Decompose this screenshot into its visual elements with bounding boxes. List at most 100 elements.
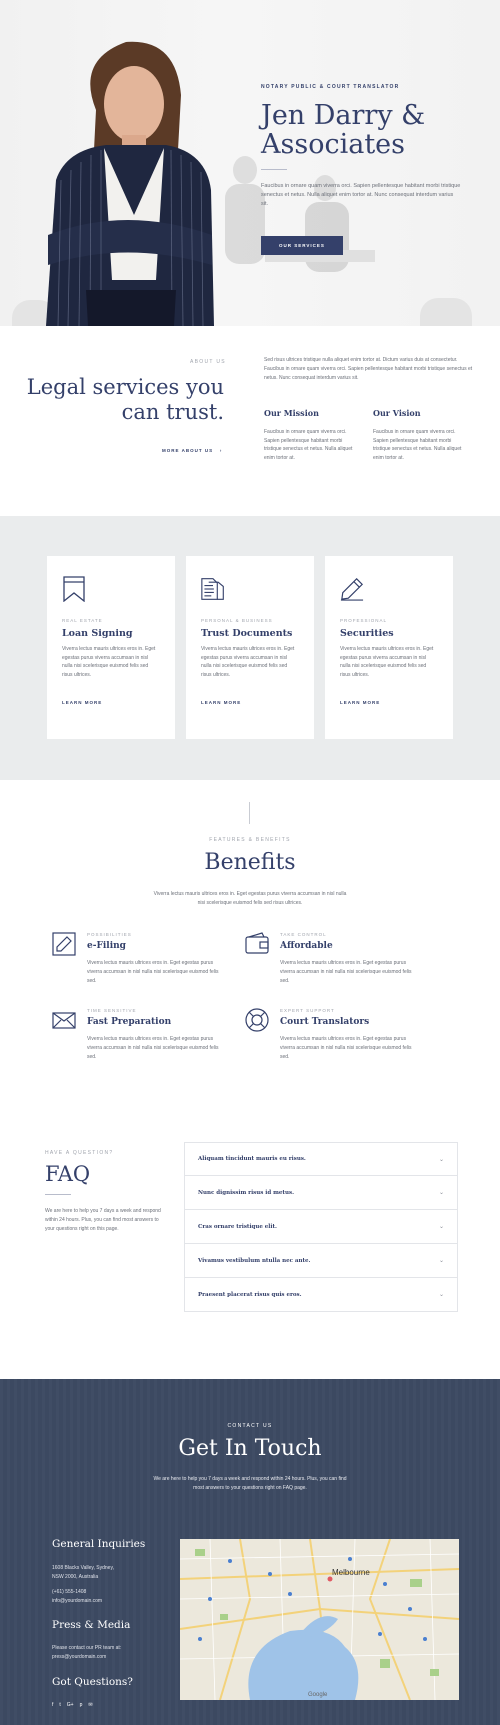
facebook-icon[interactable]: f: [52, 1702, 53, 1708]
faq-item[interactable]: Aliquam tincidunt mauris eu risus. ⌄: [184, 1142, 458, 1176]
contact-label: CONTACT US: [227, 1423, 273, 1429]
benefit-title: Affordable: [280, 941, 333, 951]
benefit-item: EXPERT SUPPORT Court Translators Viverra…: [245, 1008, 415, 1062]
press-email-link[interactable]: press@yourdomain.com: [52, 1653, 106, 1662]
about-intro: Sed risus ultrices tristique nulla aliqu…: [264, 357, 473, 381]
location-map[interactable]: Melbourne Google: [180, 1539, 459, 1700]
press-text: Please contact our PR team at:: [52, 1645, 122, 1651]
benefit-text: Viverra lectus mauris ultrices eros in. …: [87, 1036, 219, 1060]
contact-section: CONTACT US Get In Touch We are here to h…: [0, 1379, 500, 1725]
more-about-us-link[interactable]: MORE ABOUT US ›: [162, 448, 222, 453]
our-services-button[interactable]: OUR SERVICES: [261, 236, 343, 255]
service-text: Viverra lectus mauris ultrices eros in. …: [62, 646, 156, 678]
google-plus-icon[interactable]: G+: [67, 1702, 74, 1708]
benefit-item: POSSIBILITIES e-Filing Viverra lectus ma…: [52, 932, 222, 986]
learn-more-link[interactable]: LEARN MORE: [340, 700, 380, 705]
pinterest-icon[interactable]: p: [80, 1702, 83, 1708]
twitter-icon[interactable]: t: [59, 1702, 60, 1708]
faq-label: HAVE A QUESTION?: [45, 1150, 114, 1156]
benefit-title: Court Translators: [280, 1017, 370, 1027]
about-label: ABOUT US: [190, 359, 226, 365]
document-icon: [201, 578, 224, 600]
benefit-item: TAKE CONTROL Affordable Viverra lectus m…: [245, 932, 415, 986]
mission-block: Our Mission Faucibus in ornare quam vive…: [264, 408, 359, 462]
faq-item[interactable]: Praesent placerat risus quis eros. ⌄: [184, 1278, 458, 1312]
contact-subtitle: We are here to help you 7 days a week an…: [153, 1476, 347, 1491]
learn-more-link[interactable]: LEARN MORE: [201, 700, 241, 705]
background-chair: [420, 298, 472, 326]
social-links: f t G+ p ✉: [52, 1702, 93, 1708]
service-title: Loan Signing: [62, 628, 133, 639]
got-questions-title: Got Questions?: [52, 1676, 133, 1688]
faq-question: Nunc dignissim risus id metus.: [198, 1189, 294, 1196]
divider: [45, 1194, 71, 1195]
learn-more-link[interactable]: LEARN MORE: [62, 700, 102, 705]
faq-question: Vivamus vestibulum ntulla nec ante.: [198, 1257, 311, 1264]
benefit-category: EXPERT SUPPORT: [280, 1008, 335, 1013]
benefit-text: Viverra lectus mauris ultrices eros in. …: [280, 960, 412, 984]
faq-question: Aliquam tincidunt mauris eu risus.: [198, 1156, 306, 1162]
map-credit: Google: [308, 1692, 328, 1698]
chevron-down-icon: ⌄: [438, 1292, 444, 1298]
hero-eyebrow: NOTARY PUBLIC & COURT TRANSLATOR: [261, 84, 400, 90]
vision-title: Our Vision: [373, 408, 421, 418]
email-link[interactable]: info@yourdomain.com: [52, 1597, 102, 1606]
faq-accordion: Aliquam tincidunt mauris eu risus. ⌄ Nun…: [184, 1142, 458, 1312]
benefits-title: Benefits: [204, 850, 296, 875]
benefit-category: POSSIBILITIES: [87, 932, 132, 937]
benefits-label: FEATURES & BENEFITS: [209, 837, 291, 843]
benefit-title: Fast Preparation: [87, 1017, 172, 1027]
faq-section: HAVE A QUESTION? FAQ We are here to help…: [0, 1142, 500, 1379]
general-inquiries-title: General Inquiries: [52, 1538, 146, 1550]
mission-text: Faucibus in ornare quam viverra orci. Sa…: [264, 429, 353, 461]
about-section: ABOUT US Legal services you can trust. M…: [0, 326, 500, 516]
pencil-box-icon: [52, 932, 76, 956]
mission-title: Our Mission: [264, 408, 319, 418]
service-category: PROFESSIONAL: [340, 618, 388, 623]
hero-title: Jen Darry & Associates: [261, 101, 461, 159]
chevron-right-icon: ›: [215, 448, 223, 453]
service-title: Securities: [340, 628, 394, 639]
service-card-securities: PROFESSIONAL Securities Viverra lectus m…: [325, 556, 453, 739]
benefit-item: TIME SENSITIVE Fast Preparation Viverra …: [52, 1008, 222, 1062]
chevron-down-icon: ⌄: [438, 1258, 444, 1264]
divider: [249, 802, 250, 824]
faq-title: FAQ: [45, 1162, 91, 1186]
hero-title-line2: Associates: [261, 129, 406, 160]
service-card-trust-documents: PERSONAL & BUSINESS Trust Documents Vive…: [186, 556, 314, 739]
service-category: PERSONAL & BUSINESS: [201, 618, 273, 623]
faq-text: We are here to help you 7 days a week an…: [45, 1208, 161, 1232]
services-section: REAL ESTATE Loan Signing Viverra lectus …: [0, 516, 500, 780]
benefit-text: Viverra lectus mauris ultrices eros in. …: [87, 960, 219, 984]
benefits-section: FEATURES & BENEFITS Benefits Viverra lec…: [0, 780, 500, 1149]
benefits-subtitle: Viverra lectus mauris ultrices eros in. …: [153, 891, 347, 906]
mail-icon[interactable]: ✉: [88, 1702, 92, 1708]
wallet-icon: [245, 932, 269, 954]
faq-item[interactable]: Cras ornare tristique elit. ⌄: [184, 1210, 458, 1244]
faq-item[interactable]: Vivamus vestibulum ntulla nec ante. ⌄: [184, 1244, 458, 1278]
about-heading-line1: Legal services you: [26, 375, 224, 399]
vision-text: Faucibus in ornare quam viverra orci. Sa…: [373, 429, 462, 461]
benefit-category: TAKE CONTROL: [280, 932, 327, 937]
benefit-text: Viverra lectus mauris ultrices eros in. …: [280, 1036, 412, 1060]
divider: [261, 169, 287, 170]
faq-question: Praesent placerat risus quis eros.: [198, 1291, 302, 1298]
map-city-label: Melbourne: [332, 1568, 370, 1577]
hero-section: NOTARY PUBLIC & COURT TRANSLATOR Jen Dar…: [0, 0, 500, 326]
hero-title-line1: Jen Darry &: [261, 100, 426, 131]
service-text: Viverra lectus mauris ultrices eros in. …: [201, 646, 295, 678]
lifebuoy-icon: [245, 1008, 269, 1032]
more-about-us-label: MORE ABOUT US: [162, 448, 214, 453]
chevron-down-icon: ⌄: [438, 1156, 444, 1163]
envelope-icon: [52, 1012, 76, 1029]
faq-item[interactable]: Nunc dignissim risus id metus. ⌄: [184, 1176, 458, 1210]
benefit-category: TIME SENSITIVE: [87, 1008, 137, 1013]
service-card-loan-signing: REAL ESTATE Loan Signing Viverra lectus …: [47, 556, 175, 739]
about-heading-line2: can trust.: [121, 400, 224, 424]
service-category: REAL ESTATE: [62, 618, 103, 623]
contact-title: Get In Touch: [178, 1436, 322, 1461]
hero-text: Faucibus in ornare quam viverra orci. Sa…: [261, 183, 461, 207]
service-text: Viverra lectus mauris ultrices eros in. …: [340, 646, 434, 678]
faq-question: Cras ornare tristique elit.: [198, 1223, 277, 1230]
phone-number[interactable]: (+61) 555-1408: [52, 1588, 86, 1597]
